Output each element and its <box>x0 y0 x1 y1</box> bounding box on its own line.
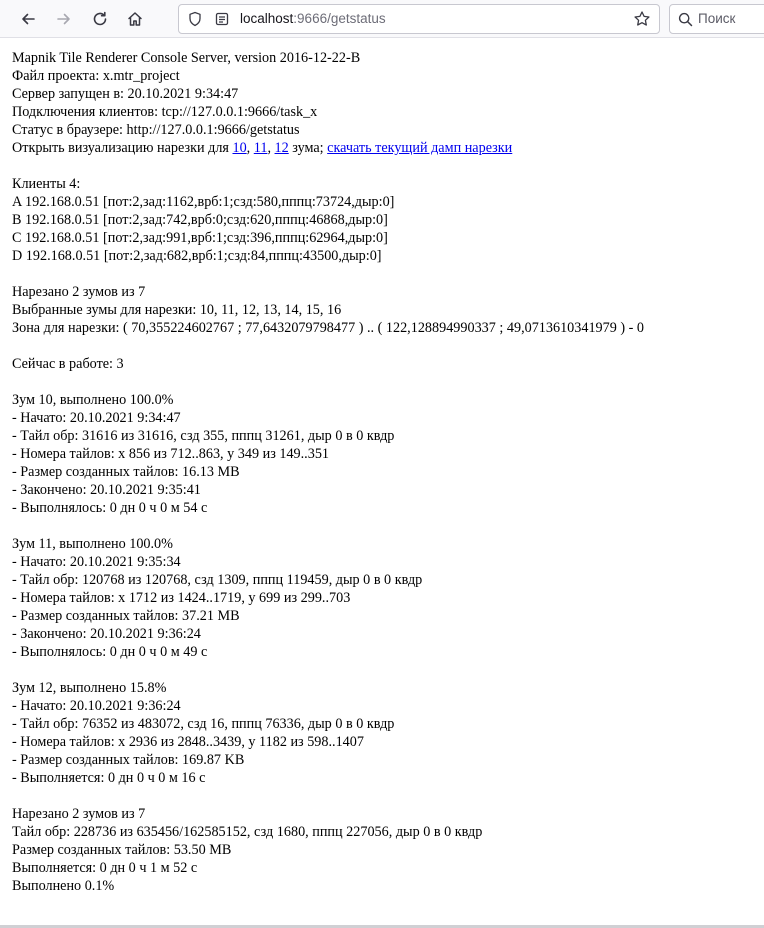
viz-sep-2: , <box>267 140 275 156</box>
zoom-10-detail: - Начато: 20.10.2021 9:34:47 <box>12 410 181 426</box>
total-tiles: Тайл обр: 228736 из 635456/162585152, сз… <box>12 824 483 840</box>
url-host: localhost <box>240 11 294 26</box>
back-button[interactable] <box>13 4 43 34</box>
client-row: A 192.168.0.51 [пот:2,зад:1162,врб:1;сзд… <box>12 194 395 210</box>
reload-button[interactable] <box>85 4 115 34</box>
total-elapsed: Выполняется: 0 дн 0 ч 1 м 52 с <box>12 860 198 876</box>
zoom-10-detail: - Размер созданных тайлов: 16.13 MB <box>12 464 240 480</box>
download-dump-link[interactable]: скачать текущий дамп нарезки <box>327 140 512 156</box>
zoom-12-detail: - Начато: 20.10.2021 9:36:24 <box>12 698 181 714</box>
zoom-12-detail: - Выполняется: 0 дн 0 ч 0 м 16 с <box>12 770 206 786</box>
server-version: Mapnik Tile Renderer Console Server, ver… <box>12 50 361 66</box>
home-button[interactable] <box>120 4 150 34</box>
arrow-right-icon <box>57 13 70 25</box>
zoom-11-detail: - Начато: 20.10.2021 9:35:34 <box>12 554 181 570</box>
zoom-10-detail: - Номера тайлов: x 856 из 712..863, y 34… <box>12 446 330 462</box>
render-zone: Зона для нарезки: ( 70,355224602767 ; 77… <box>12 320 645 336</box>
search-placeholder: Поиск <box>698 11 736 26</box>
arrow-left-icon <box>22 13 35 25</box>
zoom-10-detail: - Выполнялось: 0 дн 0 ч 0 м 54 с <box>12 500 208 516</box>
viz-sep-1: , <box>246 140 254 156</box>
shield-icon[interactable] <box>187 11 203 27</box>
zoom-11-detail: - Закончено: 20.10.2021 9:36:24 <box>12 626 201 642</box>
status-page: Mapnik Tile Renderer Console Server, ver… <box>12 49 760 895</box>
forward-button[interactable] <box>49 4 79 34</box>
client-connection: Подключения клиентов: tcp://127.0.0.1:96… <box>12 104 318 120</box>
zooms-done: Нарезано 2 зумов из 7 <box>12 284 146 300</box>
project-file: Файл проекта: x.mtr_project <box>12 68 180 84</box>
zoom-11-detail: - Тайл обр: 120768 из 120768, сзд 1309, … <box>12 572 423 588</box>
client-row: D 192.168.0.51 [пот:2,зад:682,врб:1;сзд:… <box>12 248 382 264</box>
client-row: C 192.168.0.51 [пот:2,зад:991,врб:1;сзд:… <box>12 230 388 246</box>
search-box[interactable]: Поиск <box>669 4 764 34</box>
zoom-12-detail: - Тайл обр: 76352 из 483072, сзд 16, ппп… <box>12 716 395 732</box>
visualization-line: Открыть визуализацию нарезки для 10, 11,… <box>12 139 760 157</box>
zoom-11-heading: Зум 11, выполнено 100.0% <box>12 536 173 552</box>
viz-suffix: зума; <box>288 140 328 156</box>
selected-zooms: Выбранные зумы для нарезки: 10, 11, 12, … <box>12 302 342 318</box>
zoom-11-link[interactable]: 11 <box>254 140 268 156</box>
zoom-12-detail: - Номера тайлов: x 2936 из 2848..3439, y… <box>12 734 364 750</box>
zoom-12-heading: Зум 12, выполнено 15.8% <box>12 680 167 696</box>
total-size: Размер созданных тайлов: 53.50 MB <box>12 842 232 858</box>
url-text[interactable]: localhost:9666/getstatus <box>240 11 386 26</box>
zoom-12-detail: - Размер созданных тайлов: 169.87 KB <box>12 752 245 768</box>
zoom-10-heading: Зум 10, выполнено 100.0% <box>12 392 174 408</box>
zoom-10-detail: - Тайл обр: 31616 из 31616, сзд 355, ппп… <box>12 428 395 444</box>
client-row: B 192.168.0.51 [пот:2,зад:742,врб:0;сзд:… <box>12 212 388 228</box>
bookmark-star-icon[interactable] <box>633 10 651 28</box>
zoom-11-detail: - Выполнялось: 0 дн 0 ч 0 м 49 с <box>12 644 208 660</box>
viz-prefix: Открыть визуализацию нарезки для <box>12 140 233 156</box>
total-progress: Выполнено 0.1% <box>12 878 115 894</box>
home-icon <box>128 12 142 26</box>
zoom-10-link[interactable]: 10 <box>232 140 246 156</box>
server-start-time: Сервер запущен в: 20.10.2021 9:34:47 <box>12 86 239 102</box>
zoom-11-detail: - Номера тайлов: x 1712 из 1424..1719, y… <box>12 590 351 606</box>
address-bar[interactable]: localhost:9666/getstatus <box>178 4 660 34</box>
reload-icon <box>93 11 107 26</box>
browser-toolbar: localhost:9666/getstatus Поиск <box>0 0 764 38</box>
working-now: Сейчас в работе: 3 <box>12 356 124 372</box>
page-info-icon[interactable] <box>214 11 230 27</box>
clients-heading: Клиенты 4: <box>12 176 81 192</box>
search-icon <box>678 12 693 27</box>
zoom-12-link[interactable]: 12 <box>275 140 289 156</box>
browser-status-url: Статус в браузере: http://127.0.0.1:9666… <box>12 122 300 138</box>
zoom-10-detail: - Закончено: 20.10.2021 9:35:41 <box>12 482 201 498</box>
url-path: :9666/getstatus <box>293 11 386 26</box>
total-zooms-done: Нарезано 2 зумов из 7 <box>12 806 146 822</box>
zoom-11-detail: - Размер созданных тайлов: 37.21 MB <box>12 608 240 624</box>
